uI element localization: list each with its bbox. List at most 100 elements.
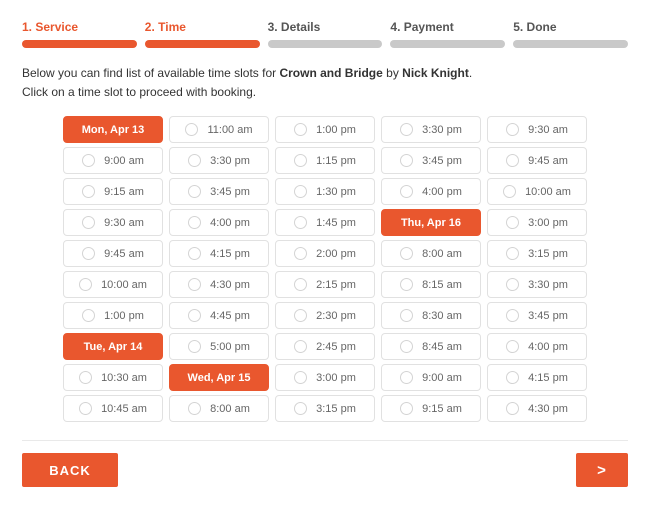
timeslot[interactable]: 4:15 pm [169,240,269,267]
timeslot[interactable]: 3:45 pm [381,147,481,174]
slot-time: 11:00 am [207,124,252,136]
radio-icon [82,247,95,260]
timeslot[interactable]: 3:45 pm [169,178,269,205]
timeslot-column: 1:00 pm 1:15 pm 1:30 pm 1:45 pm 2:00 pm 2:15 … [275,116,375,422]
timeslot[interactable]: 2:00 pm [275,240,375,267]
timeslot[interactable]: 4:30 pm [487,395,587,422]
step-bar [513,40,628,48]
radio-icon [188,247,201,260]
step-bar [22,40,137,48]
timeslot[interactable]: 10:45 am [63,395,163,422]
timeslot[interactable]: 10:00 am [487,178,587,205]
radio-icon [506,278,519,291]
radio-icon [82,185,95,198]
step-item[interactable]: 4. Payment [390,20,505,48]
slot-time: 2:15 pm [316,279,356,291]
timeslot[interactable]: 9:45 am [63,240,163,267]
slot-time: 4:00 pm [422,186,462,198]
timeslot[interactable]: 1:30 pm [275,178,375,205]
timeslot[interactable]: 8:00 am [381,240,481,267]
slot-time: 8:30 am [422,310,462,322]
slot-time: 8:45 am [422,341,462,353]
timeslot[interactable]: 8:45 am [381,333,481,360]
radio-icon [400,309,413,322]
slot-time: 8:00 am [210,403,250,415]
timeslot[interactable]: 3:15 pm [275,395,375,422]
timeslot[interactable]: 3:30 pm [487,271,587,298]
radio-icon [400,371,413,384]
timeslot[interactable]: 4:00 pm [169,209,269,236]
timeslot[interactable]: 1:00 pm [275,116,375,143]
timeslot[interactable]: 2:45 pm [275,333,375,360]
radio-icon [400,247,413,260]
timeslot[interactable]: 9:15 am [381,395,481,422]
radio-icon [188,216,201,229]
radio-icon [188,340,201,353]
timeslot[interactable]: 9:00 am [381,364,481,391]
timeslot[interactable]: 3:30 pm [169,147,269,174]
radio-icon [82,154,95,167]
step-label: 3. Details [268,20,383,34]
next-button[interactable]: > [576,453,628,487]
timeslot[interactable]: 8:00 am [169,395,269,422]
timeslot[interactable]: 1:15 pm [275,147,375,174]
timeslot[interactable]: 4:15 pm [487,364,587,391]
step-item[interactable]: 3. Details [268,20,383,48]
timeslot[interactable]: 8:30 am [381,302,481,329]
timeslot[interactable]: 10:30 am [63,364,163,391]
step-item[interactable]: 5. Done [513,20,628,48]
radio-icon [294,278,307,291]
slot-time: 2:30 pm [316,310,356,322]
timeslot[interactable]: 10:00 am [63,271,163,298]
timeslot[interactable]: 9:30 am [487,116,587,143]
step-bar [145,40,260,48]
slot-time: 3:30 pm [210,155,250,167]
slot-time: 3:45 pm [210,186,250,198]
timeslot[interactable]: 1:00 pm [63,302,163,329]
step-item[interactable]: 2. Time [145,20,260,48]
timeslot[interactable]: 9:30 am [63,209,163,236]
slot-time: 4:00 pm [528,341,568,353]
radio-icon [79,278,92,291]
timeslot[interactable]: 9:45 am [487,147,587,174]
timeslot[interactable]: 4:00 pm [487,333,587,360]
stepper: 1. Service 2. Time 3. Details 4. Payment 5. … [22,20,628,48]
timeslot[interactable]: 4:00 pm [381,178,481,205]
timeslot[interactable]: 5:00 pm [169,333,269,360]
radio-icon [188,278,201,291]
timeslot[interactable]: 3:30 pm [381,116,481,143]
timeslot[interactable]: 11:00 am [169,116,269,143]
slot-time: 1:30 pm [316,186,356,198]
slot-time: 9:45 am [104,248,144,260]
timeslot[interactable]: 8:15 am [381,271,481,298]
timeslot[interactable]: 9:15 am [63,178,163,205]
timeslot[interactable]: 9:00 am [63,147,163,174]
step-item[interactable]: 1. Service [22,20,137,48]
provider-name: Nick Knight [402,66,469,80]
slot-time: 1:00 pm [316,124,356,136]
timeslot[interactable]: 1:45 pm [275,209,375,236]
day-header: Wed, Apr 15 [169,364,269,391]
timeslot[interactable]: 3:00 pm [487,209,587,236]
timeslot[interactable]: 2:30 pm [275,302,375,329]
timeslot[interactable]: 4:30 pm [169,271,269,298]
timeslot[interactable]: 3:00 pm [275,364,375,391]
slot-time: 10:30 am [101,372,147,384]
timeslot[interactable]: 3:45 pm [487,302,587,329]
back-button[interactable]: BACK [22,453,118,487]
radio-icon [294,185,307,198]
slot-time: 9:30 am [528,124,568,136]
timeslot[interactable]: 3:15 pm [487,240,587,267]
timeslot-column: Mon, Apr 139:00 am9:15 am9:30 am9:45 am1… [63,116,163,422]
day-label: Wed, Apr 15 [188,372,251,384]
service-name: Crown and Bridge [279,66,382,80]
slot-time: 3:00 pm [528,217,568,229]
timeslot[interactable]: 4:45 pm [169,302,269,329]
slot-time: 10:00 am [101,279,147,291]
radio-icon [294,402,307,415]
slot-time: 9:45 am [528,155,568,167]
radio-icon [400,154,413,167]
slot-time: 9:15 am [422,403,462,415]
radio-icon [79,402,92,415]
timeslot[interactable]: 2:15 pm [275,271,375,298]
